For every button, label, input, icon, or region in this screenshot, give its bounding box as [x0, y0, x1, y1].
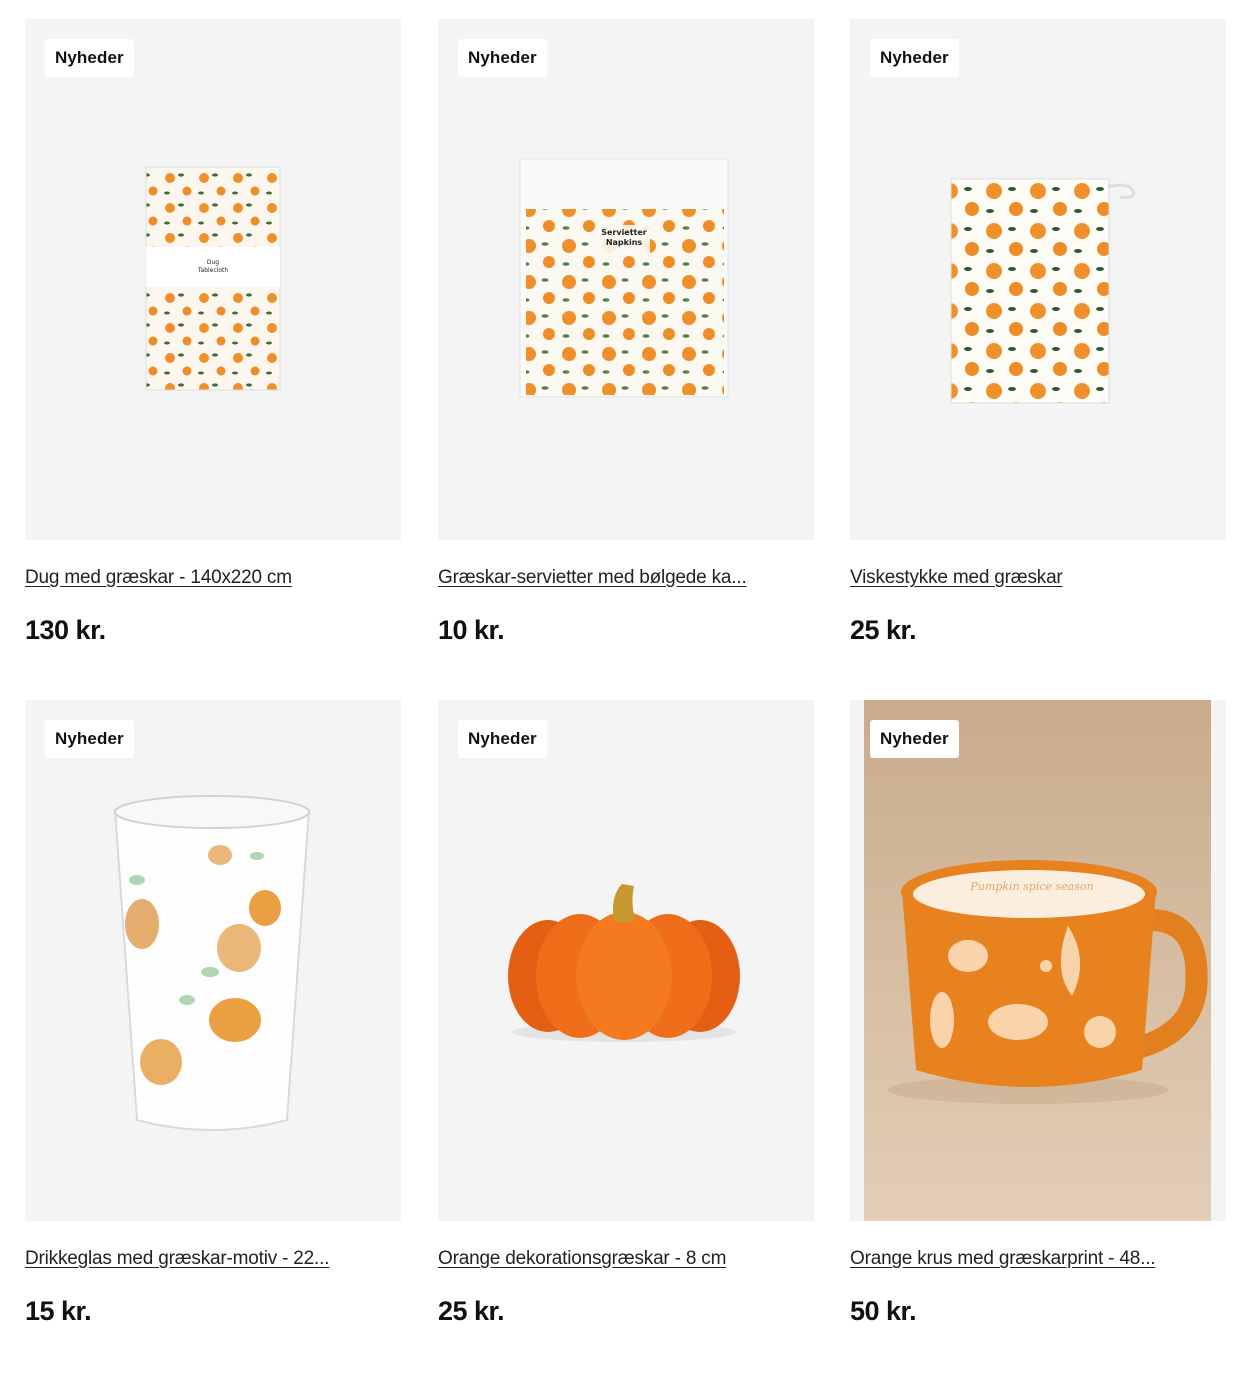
- mug-print-text: Pumpkin spice season: [969, 880, 1093, 893]
- product-card[interactable]: Pumpkin spice season Nyheder Orange krus…: [850, 700, 1226, 1326]
- product-grid: Dug Tablecloth Nyheder Dug med græskar -…: [0, 0, 1250, 1374]
- new-badge: Nyheder: [870, 39, 959, 77]
- product-title-link[interactable]: Viskestykke med græskar: [850, 567, 1226, 589]
- tablecloth-image: Dug Tablecloth: [145, 166, 281, 391]
- new-badge: Nyheder: [45, 720, 134, 758]
- product-image-link[interactable]: Nyheder: [850, 19, 1226, 540]
- package-label: Napkins: [606, 238, 643, 247]
- decorative-pumpkin-image: [508, 884, 740, 1042]
- package-label: Dug: [207, 259, 219, 266]
- package-label: Servietter: [601, 228, 647, 237]
- product-price: 25 kr.: [438, 1296, 505, 1326]
- product-title-link[interactable]: Dug med græskar - 140x220 cm: [25, 567, 401, 589]
- product-image-link[interactable]: Servietter Napkins Nyheder: [438, 19, 814, 540]
- napkins-image: Servietter Napkins: [519, 158, 729, 398]
- product-image-link[interactable]: Nyheder: [25, 700, 401, 1221]
- mug-image: Pumpkin spice season: [864, 700, 1211, 1221]
- product-image-link[interactable]: Pumpkin spice season Nyheder: [850, 700, 1226, 1221]
- package-label: Tablecloth: [197, 267, 229, 274]
- product-title-link[interactable]: Græskar-servietter med bølgede ka...: [438, 567, 814, 589]
- product-card[interactable]: Nyheder Orange dekorationsgræskar - 8 cm…: [438, 700, 814, 1326]
- product-card[interactable]: Servietter Napkins Nyheder Græskar-servi…: [438, 19, 814, 645]
- product-price: 15 kr.: [25, 1296, 92, 1326]
- drinking-glass-image: [113, 795, 311, 1131]
- product-card[interactable]: Nyheder Viskestykke med græskar 25 kr.: [850, 19, 1226, 645]
- product-title-link[interactable]: Drikkeglas med græskar-motiv - 22...: [25, 1248, 401, 1270]
- product-image-link[interactable]: Dug Tablecloth Nyheder: [25, 19, 401, 540]
- product-price: 10 kr.: [438, 615, 505, 645]
- product-price: 25 kr.: [850, 615, 917, 645]
- tea-towel-image: [950, 178, 1136, 404]
- new-badge: Nyheder: [458, 39, 547, 77]
- product-price: 50 kr.: [850, 1296, 917, 1326]
- new-badge: Nyheder: [458, 720, 547, 758]
- product-title-link[interactable]: Orange dekorationsgræskar - 8 cm: [438, 1248, 814, 1270]
- new-badge: Nyheder: [45, 39, 134, 77]
- new-badge: Nyheder: [870, 720, 959, 758]
- product-price: 130 kr.: [25, 615, 106, 645]
- product-card[interactable]: Nyheder Drikkeglas med græskar-motiv - 2…: [25, 700, 401, 1326]
- product-image-link[interactable]: Nyheder: [438, 700, 814, 1221]
- product-title-link[interactable]: Orange krus med græskarprint - 48...: [850, 1248, 1226, 1270]
- product-card[interactable]: Dug Tablecloth Nyheder Dug med græskar -…: [25, 19, 401, 645]
